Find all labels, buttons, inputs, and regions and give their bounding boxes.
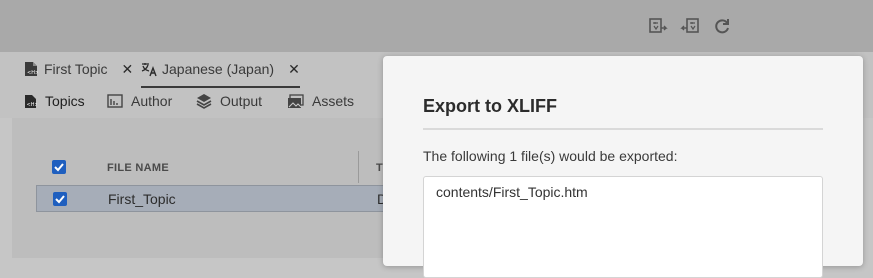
layers-icon bbox=[196, 93, 212, 109]
close-icon[interactable]: ✕ bbox=[288, 61, 300, 78]
table-header: FILE NAME T bbox=[36, 150, 396, 184]
dialog-divider bbox=[423, 128, 823, 130]
svg-text:<H>: <H> bbox=[27, 102, 38, 108]
svg-text:<H>: <H> bbox=[27, 70, 38, 76]
export-dialog: Export to XLIFF The following 1 file(s) … bbox=[383, 56, 863, 278]
nav-label: Author bbox=[131, 93, 173, 109]
nav-assets[interactable]: Assets bbox=[287, 93, 354, 109]
translate-export-icon[interactable] bbox=[648, 16, 668, 36]
nav-output[interactable]: Output bbox=[196, 93, 262, 109]
tab-first-topic[interactable]: <H> First Topic ✕ bbox=[24, 52, 133, 86]
tab-label: Japanese (Japan) bbox=[162, 61, 275, 77]
tab-label: First Topic bbox=[44, 61, 108, 77]
nav-label: Output bbox=[220, 93, 263, 109]
tab-japanese[interactable]: Japanese (Japan) ✕ bbox=[141, 52, 300, 88]
refresh-icon[interactable] bbox=[712, 16, 732, 36]
nav-topics[interactable]: <H> Topics bbox=[24, 93, 85, 109]
column-header-t[interactable]: T bbox=[376, 162, 383, 174]
nav-label: Assets bbox=[312, 93, 355, 109]
row-checkbox[interactable] bbox=[53, 192, 67, 206]
column-divider[interactable] bbox=[358, 151, 359, 183]
table-row[interactable]: First_Topic D bbox=[36, 185, 396, 212]
topics-icon: <H> bbox=[24, 94, 37, 109]
nav-author[interactable]: Author bbox=[107, 93, 172, 109]
author-icon bbox=[107, 94, 123, 108]
dialog-message: The following 1 file(s) would be exporte… bbox=[423, 148, 678, 164]
assets-icon bbox=[287, 93, 304, 109]
column-header-file-name[interactable]: FILE NAME bbox=[107, 162, 169, 174]
translate-icon bbox=[141, 61, 157, 77]
select-all-checkbox[interactable] bbox=[52, 160, 66, 174]
file-list-box[interactable]: contents/First_Topic.htm bbox=[423, 176, 823, 278]
topic-icon: <H> bbox=[24, 61, 38, 77]
toolbar-icons bbox=[648, 16, 732, 36]
top-toolbar bbox=[0, 0, 873, 52]
dialog-title: Export to XLIFF bbox=[423, 96, 557, 116]
nav-label: Topics bbox=[45, 93, 85, 109]
row-file-name: First_Topic bbox=[108, 191, 176, 207]
file-list-item: contents/First_Topic.htm bbox=[436, 184, 588, 200]
close-icon[interactable]: ✕ bbox=[122, 61, 134, 78]
translate-import-icon[interactable] bbox=[680, 16, 700, 36]
